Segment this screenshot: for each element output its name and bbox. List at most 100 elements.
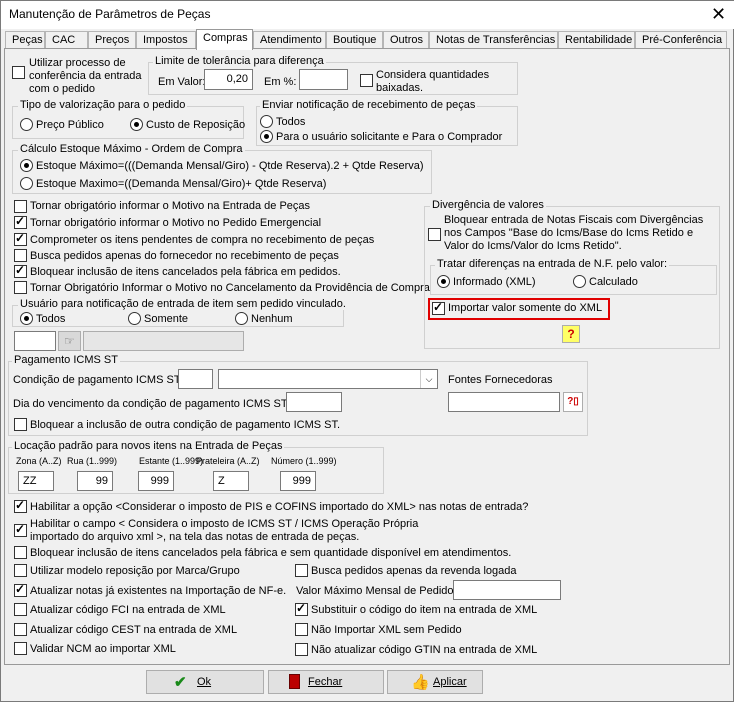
tratar-label-calculado: Calculado [589, 276, 638, 288]
label-icms-st-op-line2: importado do arquivo xml >, na tela das … [30, 531, 360, 543]
prateleira-label: Prateleira (A..Z) [196, 456, 260, 466]
usuario-label-nenhum: Nenhum [251, 313, 293, 325]
valorizacao-radio-preco[interactable] [20, 118, 33, 131]
check-nao-importar-xml[interactable] [295, 623, 308, 636]
tab-precos[interactable]: Preços [88, 31, 136, 49]
check-motivo-entrada[interactable] [14, 200, 27, 213]
tab-impostos[interactable]: Impostos [136, 31, 196, 49]
label-comprometer: Comprometer os itens pendentes de compra… [30, 234, 375, 246]
ok-button[interactable]: ✔ Ok [146, 670, 264, 694]
door-exit-icon [289, 674, 300, 689]
usuario-label-somente: Somente [144, 313, 189, 325]
importar-xml-checkbox[interactable] [432, 300, 445, 315]
check-bloquear-atendimentos[interactable] [14, 546, 27, 559]
locacao-group [8, 447, 384, 494]
notificacao-radio-solicitante[interactable] [260, 130, 273, 143]
divergencia-bloquear-checkbox[interactable] [428, 228, 441, 241]
chevron-down-icon: ⌵ [420, 370, 437, 388]
notificacao-radio-todos[interactable] [260, 115, 273, 128]
valorizacao-label-custo: Custo de Reposição [146, 119, 246, 131]
check-comprometer[interactable] [14, 231, 27, 246]
usuario-radio-nenhum[interactable] [235, 312, 248, 325]
aplicar-button[interactable]: 👍 Aplicar [387, 670, 483, 694]
numero-label: Número (1..999) [271, 456, 337, 466]
notificacao-label-solicitante: Para o usuário solicitante e Para o Comp… [276, 131, 503, 143]
valorizacao-title: Tipo de valorização para o pedido [18, 99, 188, 111]
estoque-radio-1[interactable] [20, 159, 33, 172]
estoque-radio-2[interactable] [20, 177, 33, 190]
condicao-code-input[interactable] [178, 369, 213, 389]
numero-input[interactable]: 999 [280, 471, 316, 491]
rua-input[interactable]: 99 [77, 471, 113, 491]
usuario-lookup-button[interactable]: ☞ [58, 331, 81, 351]
estoque-label-1: Estoque Máximo=(((Demanda Mensal/Giro) -… [36, 160, 424, 172]
fontes-input[interactable] [448, 392, 560, 412]
vencimento-input[interactable] [286, 392, 342, 412]
label-motivo-emergencial: Tornar obrigatório informar o Motivo no … [30, 217, 322, 229]
check-icms-st-op[interactable] [14, 522, 27, 537]
check-atualizar-notas[interactable] [14, 582, 27, 597]
valorizacao-radio-custo[interactable] [130, 118, 143, 131]
label-motivo-entrada: Tornar obrigatório informar o Motivo na … [30, 200, 311, 212]
tab-rentabilidade[interactable]: Rentabilidade [558, 31, 635, 49]
valor-input[interactable]: 0,20 [204, 69, 253, 90]
label-busca-fornecedor: Busca pedidos apenas do fornecedor no re… [30, 250, 339, 262]
check-validar-ncm[interactable] [14, 642, 27, 655]
tab-boutique[interactable]: Boutique [326, 31, 383, 49]
title-bar: Manutenção de Parâmetros de Peças ✕ [1, 1, 734, 29]
estoque-title: Cálculo Estoque Máximo - Ordem de Compra [18, 143, 245, 155]
label-validar-ncm: Validar NCM ao importar XML [30, 643, 176, 655]
check-atualizar-cest[interactable] [14, 623, 27, 636]
check-pis-cofins[interactable] [14, 498, 27, 513]
condicao-select[interactable]: ⌵ [218, 369, 438, 389]
baixadas-checkbox[interactable] [360, 74, 373, 87]
tab-pre-conferencia[interactable]: Pré-Conferência [635, 31, 727, 49]
ok-label: Ok [197, 676, 212, 688]
prateleira-input[interactable]: Z [213, 471, 249, 491]
check-modelo-reposicao[interactable] [14, 564, 27, 577]
usuario-code-input[interactable] [14, 331, 56, 351]
tab-strip: Peças CAC Preços Impostos Compras Atendi… [5, 29, 731, 50]
tab-outros[interactable]: Outros [383, 31, 429, 49]
divergencia-title: Divergência de valores [430, 199, 546, 211]
usuario-radio-somente[interactable] [128, 312, 141, 325]
usuario-radio-todos[interactable] [20, 312, 33, 325]
label-modelo-reposicao: Utilizar modelo reposição por Marca/Grup… [30, 565, 240, 577]
label-nao-importar-xml: Não Importar XML sem Pedido [311, 624, 462, 636]
fontes-lookup-icon[interactable]: ?▯ [563, 392, 583, 412]
check-busca-fornecedor[interactable] [14, 249, 27, 262]
label-icms-st-op: Habilitar o campo < Considera o imposto … [30, 518, 419, 530]
check-bloquear-cancelados[interactable] [14, 263, 27, 278]
tab-cac[interactable]: CAC [45, 31, 88, 49]
tratar-label-informado: Informado (XML) [453, 276, 536, 288]
check-substituir-codigo[interactable] [295, 601, 308, 616]
zona-label: Zona (A..Z) [16, 456, 62, 466]
tab-notas-transferencias[interactable]: Notas de Transferências [429, 31, 558, 49]
pct-input[interactable] [299, 69, 348, 90]
estante-input[interactable]: 999 [138, 471, 174, 491]
valor-max-input[interactable] [453, 580, 561, 600]
fechar-label: Fechar [308, 676, 343, 688]
label-motivo-cancelamento: Tornar Obrigatório Informar o Motivo no … [30, 282, 430, 294]
tratar-radio-calculado[interactable] [573, 275, 586, 288]
tratar-radio-informado[interactable] [437, 275, 450, 288]
check-busca-revenda[interactable] [295, 564, 308, 577]
check-atualizar-fci[interactable] [14, 603, 27, 616]
close-icon[interactable]: ✕ [711, 4, 726, 24]
rua-label: Rua (1..999) [67, 456, 118, 466]
notificacao-label-todos: Todos [276, 116, 306, 128]
tab-compras[interactable]: Compras [196, 29, 253, 50]
label-bloquear-cancelados: Bloquear inclusão de itens cancelados pe… [30, 266, 341, 278]
help-icon[interactable]: ? [562, 325, 580, 343]
check-nao-atualizar-gtin[interactable] [295, 643, 308, 656]
usuario-name-field [83, 331, 244, 351]
conferencia-checkbox[interactable] [12, 66, 25, 79]
tab-atendimento[interactable]: Atendimento [253, 31, 326, 49]
zona-input[interactable]: ZZ [18, 471, 54, 491]
check-motivo-emergencial[interactable] [14, 214, 27, 229]
usuario-notif-title: Usuário para notificação de entrada de i… [18, 298, 348, 310]
fechar-button[interactable]: Fechar [268, 670, 384, 694]
check-motivo-cancelamento[interactable] [14, 281, 27, 294]
icms-bloquear-checkbox[interactable] [14, 418, 27, 431]
tab-pecas[interactable]: Peças [5, 31, 45, 49]
